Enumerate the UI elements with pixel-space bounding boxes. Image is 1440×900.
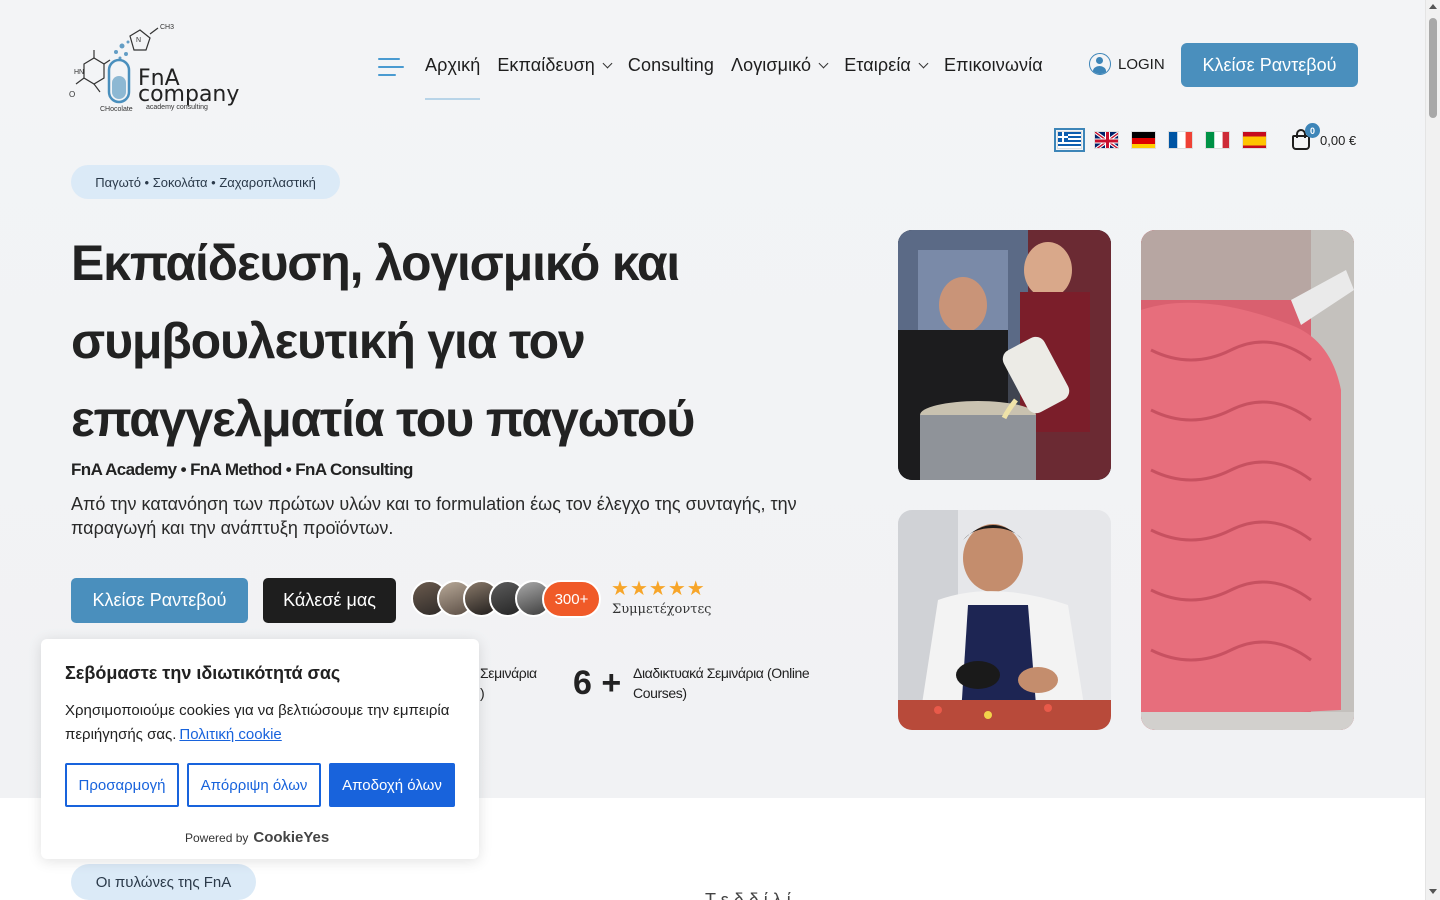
nav-label: Εταιρεία — [844, 54, 911, 75]
logo-tagline: academy consulting — [146, 104, 208, 111]
logo-chem-hn: HN — [74, 69, 85, 76]
nav-label: Αρχική — [425, 54, 481, 75]
hero-title-line: συμβουλευτική για τον — [71, 313, 586, 369]
hero-description: Από την κατανόηση των πρώτων υλών και το… — [71, 494, 797, 538]
language-switcher — [1054, 128, 1267, 152]
hero-tag: Παγωτό • Σοκολάτα • Ζαχαροπλαστική — [71, 165, 340, 199]
cart-count-badge: 0 — [1305, 123, 1320, 138]
photo-chefs-pouring — [898, 230, 1111, 480]
flag-french-icon[interactable] — [1168, 131, 1193, 149]
powered-by-label: Powered by — [185, 830, 249, 845]
scroll-down-icon[interactable] — [1429, 889, 1437, 894]
login-label: LOGIN — [1118, 55, 1165, 73]
nav-item-contact[interactable]: Επικοινωνία — [944, 55, 1043, 76]
hero-title: Εκπαίδευση, λογισμικό και συμβουλευτική … — [71, 224, 871, 458]
flag-italian-icon[interactable] — [1205, 131, 1230, 149]
nav-label: Consulting — [627, 54, 714, 75]
hero-title-line: επαγγελματία του παγωτού — [71, 391, 695, 447]
flag-german-icon[interactable] — [1131, 131, 1156, 149]
book-appointment-header-button[interactable]: Κλείσε Ραντεβού — [1181, 43, 1358, 87]
stat-number-online: 6 + — [573, 664, 622, 702]
hero-subtitle: FnA Academy • FnA Method • FnA Consultin… — [71, 460, 413, 479]
cookie-text: Χρησιμοποιούμε cookies για να βελτιώσουμ… — [65, 699, 465, 747]
nav-item-company[interactable]: Εταιρεία — [844, 54, 929, 76]
cookie-reject-button[interactable]: Απόρριψη όλων — [187, 763, 321, 807]
cookieyes-logo: CookieYes — [253, 829, 330, 846]
cart-total[interactable]: 0,00 € — [1320, 133, 1356, 148]
flag-spanish-icon[interactable] — [1242, 131, 1267, 149]
login-link[interactable]: LOGIN — [1089, 53, 1165, 75]
participants-label: Συμμετέχοντες — [612, 602, 712, 617]
pillars-tag: Οι πυλώνες της FnA — [71, 864, 256, 900]
logo-chem-o: O — [69, 90, 76, 99]
nav-label: Επικοινωνία — [943, 54, 1043, 75]
logo-chem-ch3: CH3 — [160, 24, 175, 31]
flag-greek-icon[interactable] — [1054, 128, 1085, 152]
call-us-button[interactable]: Κάλεσέ μας — [263, 578, 396, 623]
stat-label-partial-line: Σεμινάρια — [480, 665, 537, 681]
nav-item-consulting[interactable]: Consulting — [628, 55, 714, 76]
main-nav: Αρχική Εκπαίδευση Consulting Λογισμικό Ε… — [425, 52, 1060, 100]
cookie-policy-link[interactable]: Πολιτική cookie — [179, 726, 281, 743]
cookie-accept-button[interactable]: Αποδοχή όλων — [329, 763, 455, 807]
section-intro-text: Τ ε δ δ ί λ ί — [705, 890, 791, 900]
participant-avatars — [411, 580, 552, 617]
cookie-title: Σεβόμαστε την ιδιωτικότητά σας — [65, 663, 341, 683]
page-scrollbar[interactable] — [1425, 0, 1440, 900]
rating-stars: ★ ★ ★ ★ ★ — [611, 579, 705, 599]
stat-label-online: Διαδικτυακά Σεμινάρια (Online Courses) — [633, 665, 810, 701]
logo-chem-chocolate: CHocolate — [100, 106, 133, 113]
fna-company-logo[interactable]: CH3 HN O N FnA company CHocolate academy… — [66, 24, 239, 116]
cookie-consent-banner: Σεβόμαστε την ιδιωτικότητά σας Χρησιμοπο… — [41, 639, 479, 859]
nav-item-home[interactable]: Αρχική — [425, 54, 481, 100]
book-appointment-button[interactable]: Κλείσε Ραντεβού — [71, 578, 248, 623]
scroll-thumb[interactable] — [1429, 18, 1437, 118]
chevron-down-icon — [818, 58, 829, 68]
nav-item-education[interactable]: Εκπαίδευση — [497, 54, 613, 76]
photo-pink-gelato — [1141, 230, 1354, 730]
menu-icon[interactable] — [378, 58, 404, 78]
stat-label-partial: Σεμινάρια ) — [480, 663, 560, 703]
star-icon: ★ — [648, 578, 667, 600]
photo-chef-preparing — [898, 510, 1111, 730]
nav-item-software[interactable]: Λογισμικό — [730, 54, 829, 76]
chevron-down-icon — [918, 58, 929, 68]
cookie-customize-button[interactable]: Προσαρμογή — [65, 763, 179, 807]
user-icon — [1089, 53, 1111, 75]
nav-label: Λογισμικό — [730, 54, 812, 75]
star-icon: ★ — [686, 578, 705, 600]
participants-count-badge: 300+ — [542, 580, 601, 618]
scroll-up-icon[interactable] — [1429, 4, 1437, 9]
flag-english-icon[interactable] — [1094, 131, 1119, 149]
logo-chem-n: N — [136, 37, 142, 44]
cookie-powered-by: Powered by CookieYes — [185, 829, 329, 846]
star-icon: ★ — [667, 578, 686, 600]
star-icon: ★ — [611, 578, 629, 600]
star-icon: ★ — [629, 578, 648, 600]
stat-label-partial-suffix: ) — [480, 685, 485, 701]
chevron-down-icon — [602, 58, 613, 68]
hero-title-line: Εκπαίδευση, λογισμικό και — [71, 235, 680, 291]
nav-label: Εκπαίδευση — [497, 54, 595, 75]
